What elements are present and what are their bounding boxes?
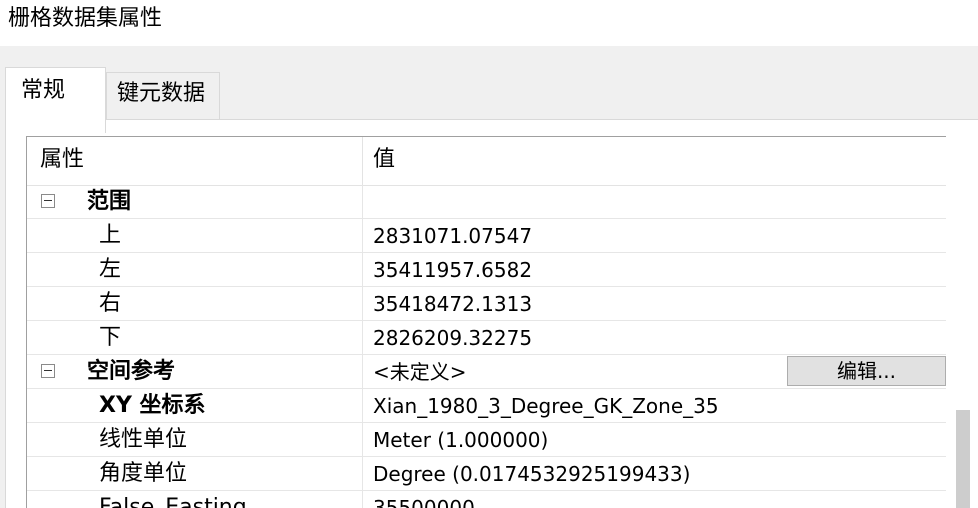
property-key: XY 坐标系 [99, 393, 206, 418]
title-bar: 栅格数据集属性 [0, 0, 978, 46]
tab-bar: 常规 键元数据 [0, 46, 978, 133]
property-value: 2826209.32275 [373, 326, 533, 350]
group-row-spatial-reference[interactable]: 空间参考 <未定义> 编辑... [27, 355, 946, 389]
property-key: 下 [99, 325, 122, 350]
property-key: 左 [99, 257, 122, 282]
property-value: 2831071.07547 [373, 224, 533, 248]
table-row[interactable]: 线性单位 Meter (1.000000) [27, 423, 946, 457]
tab-general-label: 常规 [21, 78, 66, 103]
table-row[interactable]: False_Easting 35500000 [27, 491, 946, 508]
column-divider [362, 389, 363, 423]
column-divider [362, 491, 363, 508]
column-divider [362, 185, 363, 219]
group-row-extent[interactable]: 范围 [27, 185, 946, 219]
column-divider [362, 321, 363, 355]
property-key: 右 [99, 291, 122, 316]
property-value: <未定义> [373, 360, 467, 384]
edit-button[interactable]: 编辑... [787, 356, 946, 386]
tab-key-metadata-label: 键元数据 [117, 81, 206, 106]
property-key: False_Easting [99, 495, 247, 508]
column-divider [362, 355, 363, 389]
column-divider [362, 457, 363, 491]
vertical-scrollbar-thumb[interactable] [956, 410, 970, 508]
header-divider [362, 137, 363, 185]
property-key: 线性单位 [99, 427, 188, 452]
property-key: 角度单位 [99, 461, 188, 486]
tab-general[interactable]: 常规 [5, 67, 106, 133]
property-key: 上 [99, 223, 122, 248]
table-row[interactable]: 角度单位 Degree (0.0174532925199433) [27, 457, 946, 491]
column-divider [362, 287, 363, 321]
window-title: 栅格数据集属性 [8, 6, 163, 31]
property-value: 35411957.6582 [373, 258, 533, 282]
column-divider [362, 423, 363, 457]
header-value[interactable]: 值 [373, 147, 395, 173]
collapse-icon[interactable] [41, 194, 55, 208]
property-value: Xian_1980_3_Degree_GK_Zone_35 [373, 394, 719, 418]
tab-key-metadata[interactable]: 键元数据 [106, 72, 220, 120]
table-row[interactable]: 右 35418472.1313 [27, 287, 946, 321]
property-grid: 属性 值 范围 上 2831071.07547 左 35411957.6582 … [26, 136, 946, 508]
grid-header: 属性 值 [27, 137, 946, 186]
property-value: 35418472.1313 [373, 292, 533, 316]
group-label: 范围 [87, 189, 132, 214]
header-property[interactable]: 属性 [40, 147, 84, 173]
table-row[interactable]: XY 坐标系 Xian_1980_3_Degree_GK_Zone_35 [27, 389, 946, 423]
property-value: 35500000 [373, 496, 475, 508]
group-label: 空间参考 [87, 359, 176, 384]
column-divider [362, 253, 363, 287]
collapse-icon[interactable] [41, 364, 55, 378]
property-value: Meter (1.000000) [373, 428, 549, 452]
property-value: Degree (0.0174532925199433) [373, 462, 691, 486]
table-row[interactable]: 左 35411957.6582 [27, 253, 946, 287]
column-divider [362, 219, 363, 253]
table-row[interactable]: 上 2831071.07547 [27, 219, 946, 253]
table-row[interactable]: 下 2826209.32275 [27, 321, 946, 355]
